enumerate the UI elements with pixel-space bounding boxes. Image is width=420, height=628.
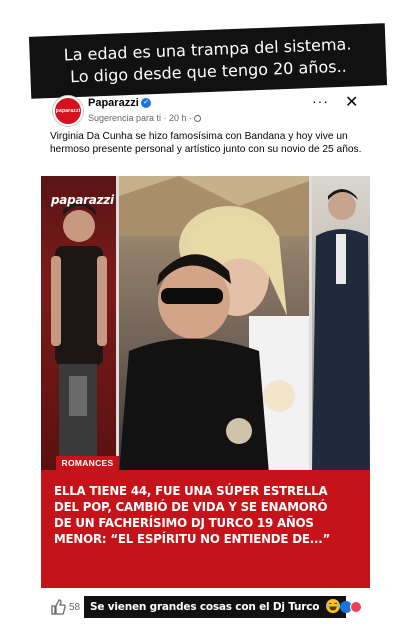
photo-panel-middle [119, 176, 309, 474]
caption-text: Se vienen grandes cosas con el Dj Turco [90, 601, 320, 613]
photo-right-figure [312, 189, 370, 474]
caption-overlay: Se vienen grandes cosas con el Dj Turco [84, 596, 346, 618]
page-logo-text: paparazzi [55, 108, 81, 114]
photo-left-figure [51, 202, 107, 474]
overlay-banner: La edad es una trampa del sistema. Lo di… [28, 23, 388, 99]
photo-panel-right [312, 176, 370, 474]
post-meta: Sugerencia para ti · 20 h · [88, 113, 202, 123]
like-icon[interactable] [50, 599, 66, 615]
post-meta-text: Sugerencia para ti · 20 h · [88, 113, 193, 123]
love-reaction-icon[interactable] [350, 601, 362, 613]
like-count: 58 [69, 602, 81, 613]
image-watermark: paparazzi [51, 193, 114, 207]
post-header: paparazzi Paparazzi ✓ Sugerencia para ti… [40, 93, 370, 131]
image-headline: ELLA TIENE 44, FUE UNA SÚPER ESTRELLA DE… [54, 483, 331, 546]
post-image[interactable]: paparazzi [41, 176, 370, 474]
laughing-emoji-icon [325, 599, 340, 613]
post-footer: 58 Se vienen grandes cosas con el Dj Tur… [40, 596, 370, 620]
post-text: Virginia Da Cunha se hizo famosísima con… [50, 131, 362, 155]
photo-panel-left: paparazzi [41, 176, 116, 474]
section-tag: ROMANCES [56, 456, 119, 470]
page-avatar[interactable]: paparazzi [53, 96, 83, 126]
page-name[interactable]: Paparazzi [88, 97, 139, 109]
photo-middle-couple [119, 176, 309, 474]
close-button[interactable]: ✕ [345, 92, 358, 112]
more-options-button[interactable]: ··· [312, 93, 329, 109]
verified-icon: ✓ [141, 98, 151, 108]
globe-icon [194, 115, 202, 122]
